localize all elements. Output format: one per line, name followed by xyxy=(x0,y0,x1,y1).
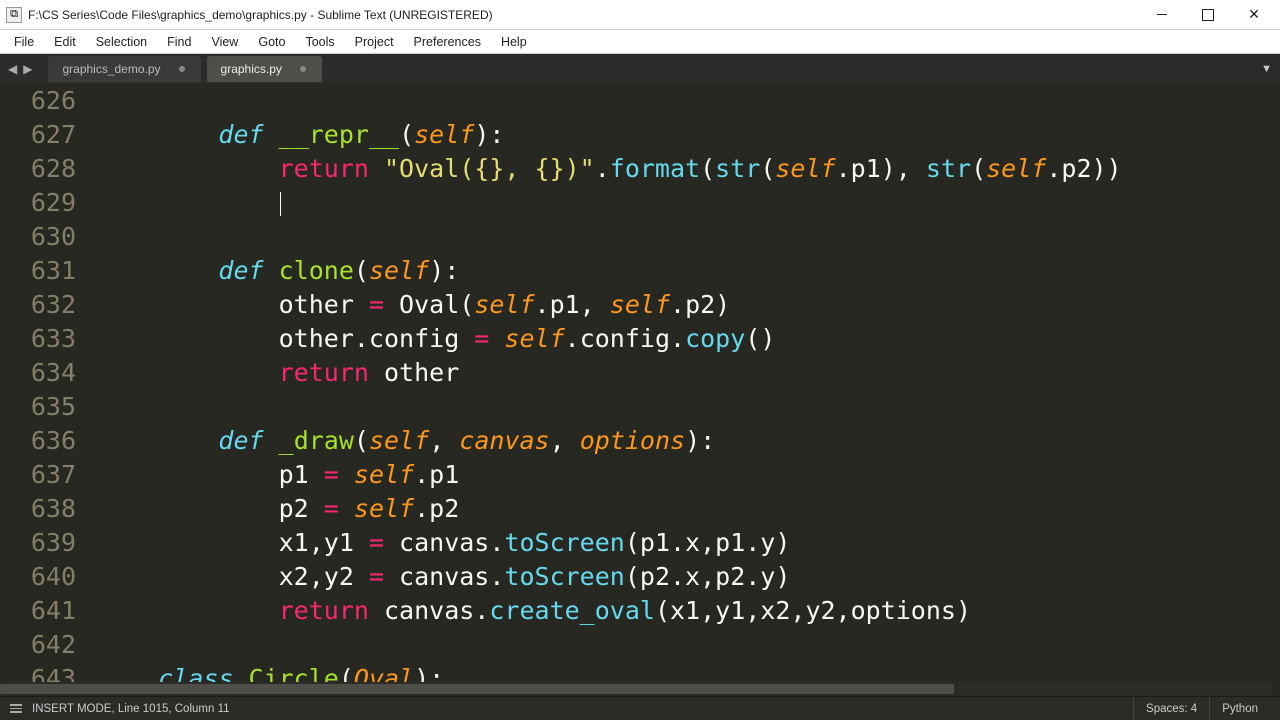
minimap[interactable] xyxy=(1264,84,1280,696)
tab-label: graphics_demo.py xyxy=(62,62,160,76)
unsaved-dot-icon xyxy=(179,66,185,72)
tab-graphics-py[interactable]: graphics.py xyxy=(207,56,322,82)
line-number: 640 xyxy=(0,560,76,594)
line-number: 631 xyxy=(0,254,76,288)
code-line[interactable]: def _draw(self, canvas, options): xyxy=(98,424,1264,458)
code-line[interactable]: return other xyxy=(98,356,1264,390)
window-close-button[interactable] xyxy=(1240,5,1268,25)
tab-label: graphics.py xyxy=(221,62,282,76)
status-bar: INSERT MODE, Line 1015, Column 11 Spaces… xyxy=(0,696,1280,720)
menu-find[interactable]: Find xyxy=(157,32,201,52)
window-title: F:\CS Series\Code Files\graphics_demo\gr… xyxy=(28,8,1148,22)
menu-project[interactable]: Project xyxy=(345,32,404,52)
menu-preferences[interactable]: Preferences xyxy=(404,32,491,52)
horizontal-scrollbar-thumb[interactable] xyxy=(0,684,954,694)
menu-file[interactable]: File xyxy=(4,32,44,52)
code-line[interactable] xyxy=(98,390,1264,424)
menu-view[interactable]: View xyxy=(201,32,248,52)
window-maximize-button[interactable] xyxy=(1194,5,1222,25)
code-line[interactable] xyxy=(98,186,1264,220)
menu-selection[interactable]: Selection xyxy=(86,32,157,52)
code-line[interactable]: x1,y1 = canvas.toScreen(p1.x,p1.y) xyxy=(98,526,1264,560)
code-line[interactable]: def clone(self): xyxy=(98,254,1264,288)
menu-edit[interactable]: Edit xyxy=(44,32,86,52)
code-line[interactable]: return canvas.create_oval(x1,y1,x2,y2,op… xyxy=(98,594,1264,628)
code-line[interactable]: other.config = self.config.copy() xyxy=(98,322,1264,356)
code-line[interactable]: return "Oval({}, {})".format(str(self.p1… xyxy=(98,152,1264,186)
line-number: 635 xyxy=(0,390,76,424)
line-number: 642 xyxy=(0,628,76,662)
code-line[interactable]: p1 = self.p1 xyxy=(98,458,1264,492)
menu-icon[interactable] xyxy=(10,704,22,713)
code-line[interactable]: def __repr__(self): xyxy=(98,118,1264,152)
line-number: 627 xyxy=(0,118,76,152)
window-minimize-button[interactable] xyxy=(1148,5,1176,25)
line-number: 637 xyxy=(0,458,76,492)
tab-history-forward-icon[interactable]: ▶ xyxy=(21,62,34,76)
code-line[interactable] xyxy=(98,220,1264,254)
code-line[interactable] xyxy=(98,628,1264,662)
code-line[interactable]: x2,y2 = canvas.toScreen(p2.x,p2.y) xyxy=(98,560,1264,594)
code-area[interactable]: def __repr__(self): return "Oval({}, {})… xyxy=(90,84,1264,696)
line-number: 639 xyxy=(0,526,76,560)
status-indent[interactable]: Spaces: 4 xyxy=(1133,697,1209,720)
tab-strip: ◀ ▶ graphics_demo.py graphics.py ▼ xyxy=(0,54,1280,84)
menu-bar: FileEditSelectionFindViewGotoToolsProjec… xyxy=(0,30,1280,54)
line-number: 626 xyxy=(0,84,76,118)
line-number: 641 xyxy=(0,594,76,628)
line-number: 628 xyxy=(0,152,76,186)
menu-tools[interactable]: Tools xyxy=(295,32,344,52)
unsaved-dot-icon xyxy=(300,66,306,72)
code-editor[interactable]: 6266276286296306316326336346356366376386… xyxy=(0,84,1280,696)
menu-goto[interactable]: Goto xyxy=(248,32,295,52)
line-number: 630 xyxy=(0,220,76,254)
line-number: 632 xyxy=(0,288,76,322)
line-number: 636 xyxy=(0,424,76,458)
line-number-gutter: 6266276286296306316326336346356366376386… xyxy=(0,84,90,696)
tab-graphics_demo-py[interactable]: graphics_demo.py xyxy=(48,56,200,82)
menu-help[interactable]: Help xyxy=(491,32,537,52)
app-icon: ⧉ xyxy=(6,7,22,23)
line-number: 634 xyxy=(0,356,76,390)
line-number: 629 xyxy=(0,186,76,220)
code-line[interactable]: p2 = self.p2 xyxy=(98,492,1264,526)
tab-history-back-icon[interactable]: ◀ xyxy=(6,62,19,76)
code-line[interactable] xyxy=(98,84,1264,118)
status-mode-text: INSERT MODE, Line 1015, Column 11 xyxy=(32,703,1133,715)
tab-overflow-icon[interactable]: ▼ xyxy=(1261,63,1272,75)
line-number: 638 xyxy=(0,492,76,526)
line-number: 633 xyxy=(0,322,76,356)
status-language[interactable]: Python xyxy=(1209,697,1270,720)
code-line[interactable]: other = Oval(self.p1, self.p2) xyxy=(98,288,1264,322)
window-titlebar: ⧉ F:\CS Series\Code Files\graphics_demo\… xyxy=(0,0,1280,30)
horizontal-scrollbar[interactable] xyxy=(0,682,1272,696)
